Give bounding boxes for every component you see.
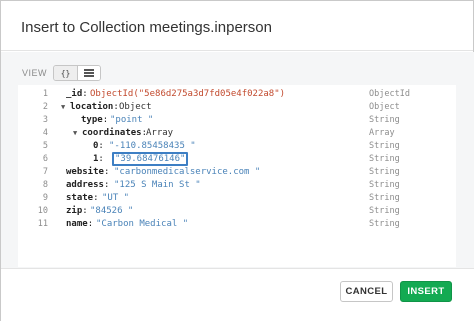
field-key[interactable]: state: [66,193,99,203]
field-value: Object [119,101,152,112]
field-value: Array [146,127,174,138]
field-type: Object [369,101,400,112]
line-number: 5 [42,140,48,151]
line-number: 7 [42,166,48,177]
line-number: 9 [42,192,48,203]
collapse-caret-icon[interactable]: ▼ [61,103,65,111]
field-type: String [369,114,400,125]
field-value[interactable]: ObjectId("5e86d275a3d7fd05e4f022a8") [90,89,285,99]
editor-line: 3 type: "point " String [18,113,456,126]
document-editor[interactable]: 1 _id: ObjectId("5e86d275a3d7fd05e4f022a… [18,85,456,267]
field-key[interactable]: _id: [66,89,88,99]
field-key[interactable]: website: [66,167,109,177]
field-key[interactable]: type: [81,115,108,125]
line-number: 6 [42,153,48,164]
dialog-header: Insert to Collection meetings.inperson [1,1,473,51]
line-number: 3 [42,114,48,125]
field-key[interactable]: location: [70,102,119,112]
field-type: String [369,205,400,216]
collapse-caret-icon[interactable]: ▼ [73,129,77,137]
field-type: String [369,140,400,151]
field-value[interactable]: "-110.85458435 " [109,141,196,151]
field-type: String [369,179,400,190]
field-key[interactable]: name: [66,219,93,229]
view-switcher: VIEW {} [22,65,102,81]
field-type: String [369,218,400,229]
editor-line: 5 0: "-110.85458435 " String [18,139,456,152]
field-value[interactable]: "125 S Main St " [114,180,201,190]
field-type: String [369,153,400,164]
editor-line: 8 address: "125 S Main St " String [18,178,456,191]
field-value[interactable]: "carbonmedicalservice.com " [114,167,260,177]
field-type: ObjectId [369,88,410,99]
editor-line: 2 ▼ location: Object Object [18,100,456,113]
list-view-button[interactable] [77,66,101,80]
line-number: 10 [37,205,48,216]
dialog-body: VIEW {} 1 _id: ObjectId("5e86d275a3d7fd0… [1,52,474,268]
editor-line: 4 ▼ coordinates: Array Array [18,126,456,139]
line-number: 1 [42,88,48,99]
dialog-title: Insert to Collection meetings.inperson [21,19,272,36]
insert-document-dialog: Insert to Collection meetings.inperson V… [0,0,474,321]
line-number: 2 [42,101,48,112]
editor-line: 7 website: "carbonmedicalservice.com " S… [18,165,456,178]
field-key[interactable]: zip: [66,206,88,216]
field-key[interactable]: 1: [93,154,104,164]
list-icon [84,69,95,77]
editor-line: 11 name: "Carbon Medical " String [18,217,456,230]
cancel-button[interactable]: CANCEL [340,281,393,302]
field-type: Array [369,127,395,138]
json-view-button[interactable]: {} [54,66,78,80]
field-value[interactable]: "UT " [102,193,129,203]
field-key[interactable]: address: [66,180,109,190]
field-value[interactable]: "point " [110,115,153,125]
line-number: 4 [42,127,48,138]
editor-line: 1 _id: ObjectId("5e86d275a3d7fd05e4f022a… [18,87,456,100]
field-value-input[interactable]: "39.68476146" [112,151,189,166]
editor-line: 9 state: "UT " String [18,191,456,204]
editor-line: 6 1: "39.68476146" String [18,151,456,166]
dialog-footer: CANCEL INSERT [1,268,474,321]
field-value[interactable]: "Carbon Medical " [96,219,188,229]
field-key[interactable]: coordinates: [82,128,147,138]
line-number: 8 [42,179,48,190]
view-toggle-group: {} [53,65,102,81]
field-type: String [369,192,400,203]
view-label: VIEW [22,68,48,78]
field-key[interactable]: 0: [93,141,104,151]
field-type: String [369,166,400,177]
line-number: 11 [37,218,48,229]
field-value[interactable]: "84526 " [90,206,133,216]
editor-line: 10 zip: "84526 " String [18,204,456,217]
insert-button[interactable]: INSERT [400,281,452,302]
